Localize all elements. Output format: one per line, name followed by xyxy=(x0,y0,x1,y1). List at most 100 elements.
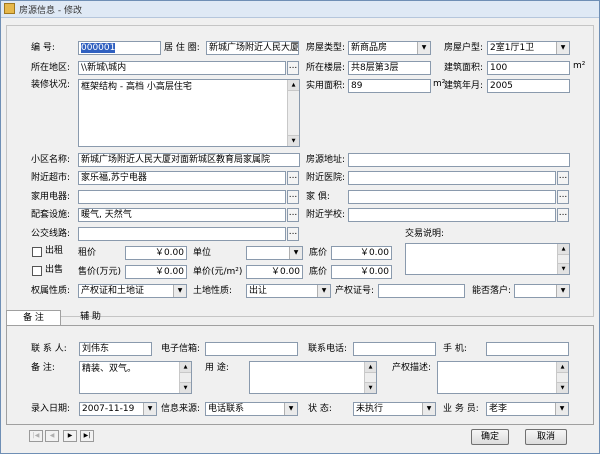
danwei-select[interactable]: ▼ xyxy=(246,246,303,260)
yewuyuan-select[interactable]: 老李 ▼ xyxy=(486,402,569,416)
suozaidiqu-input[interactable]: \\新城\城内 xyxy=(78,61,286,75)
zujia-label: 租价 xyxy=(78,248,97,258)
chushou-label: 出售 xyxy=(45,265,64,275)
beizhu-label: 备 注: xyxy=(31,363,55,373)
chanquan-label: 产权证号: xyxy=(335,286,375,296)
yewuyuan-label: 业 务 员: xyxy=(443,404,479,414)
scrollbar[interactable]: ▲ ▼ xyxy=(287,80,299,146)
fangyuandizhi-input[interactable] xyxy=(348,153,570,167)
zhuangtai-select[interactable]: 未执行 ▼ xyxy=(353,402,436,416)
tab-fuzhu[interactable]: 辅 助 xyxy=(63,310,118,325)
fujinyiyuan-browse-button[interactable]: ... xyxy=(557,171,569,185)
peitao-browse-button[interactable]: ... xyxy=(287,208,299,222)
danjia-input[interactable]: ￥0.00 xyxy=(246,265,303,279)
chevron-down-icon: ▼ xyxy=(317,285,330,297)
nav-prev-button[interactable]: ◀ xyxy=(45,430,59,442)
fujinxuexiao-browse-button[interactable]: ... xyxy=(557,208,569,222)
zujia-input[interactable]: ￥0.00 xyxy=(125,246,187,260)
jiayongdianqi-browse-button[interactable]: ... xyxy=(287,190,299,204)
chevron-down-icon: ▼ xyxy=(417,42,430,54)
email-label: 电子信箱: xyxy=(161,344,201,354)
email-input[interactable] xyxy=(205,342,298,356)
suozailouceng-input[interactable]: 共8层第3层 xyxy=(348,61,431,75)
chuzu-dijia-label: 底价 xyxy=(309,248,328,258)
jiayongdianqi-input[interactable] xyxy=(78,190,286,204)
beizhu-textarea[interactable]: 精装、双气。 ▲ ▼ xyxy=(79,361,192,394)
xiaoqu-input[interactable]: 新城广场附近人民大厦对面新城区教育局家属院 xyxy=(78,153,300,167)
luohu-select[interactable]: ▼ xyxy=(514,284,570,298)
jiaju-input[interactable] xyxy=(348,190,556,204)
app-icon xyxy=(4,3,15,14)
nav-last-button[interactable]: ▶| xyxy=(80,430,94,442)
dianhua-input[interactable] xyxy=(353,342,436,356)
fujinxuexiao-input[interactable] xyxy=(348,208,556,222)
gongjiao-browse-button[interactable]: ... xyxy=(287,227,299,241)
shouji-label: 手 机: xyxy=(443,344,467,354)
peitao-input[interactable]: 暖气, 天然气 xyxy=(78,208,286,222)
tudi-select[interactable]: 出让 ▼ xyxy=(246,284,331,298)
yongtu-textarea[interactable]: ▲ ▼ xyxy=(249,361,377,394)
scrollbar[interactable]: ▲ ▼ xyxy=(557,244,569,274)
nav-next-button[interactable]: ▶ xyxy=(63,430,77,442)
shiyongmianji-label: 实用面积: xyxy=(306,81,346,91)
dianhua-label: 联系电话: xyxy=(308,344,348,354)
quanshu-label: 权属性质: xyxy=(31,286,71,296)
shouji-input[interactable] xyxy=(486,342,569,356)
tab-beizhu[interactable]: 备 注 xyxy=(6,310,61,325)
scrollbar[interactable]: ▲ ▼ xyxy=(556,362,568,393)
zhuangtai-label: 状 态: xyxy=(308,404,332,414)
gongjiao-input[interactable] xyxy=(78,227,286,241)
biaohao-input[interactable]: 000001 xyxy=(78,41,161,55)
jiaju-browse-button[interactable]: ... xyxy=(557,190,569,204)
ok-button[interactable]: 确定 xyxy=(471,429,509,445)
juzhuquan-label: 居 住 圈: xyxy=(164,43,200,53)
xinxilaiyuan-select[interactable]: 电话联系 ▼ xyxy=(205,402,298,416)
chushou-checkbox[interactable] xyxy=(32,266,42,276)
fangwuhuxing-label: 房屋户型: xyxy=(444,43,484,53)
luruiriqi-label: 录入日期: xyxy=(31,404,71,414)
shoujia-input[interactable]: ￥0.00 xyxy=(125,265,187,279)
jianzhumianji-input[interactable]: 100 xyxy=(487,61,570,75)
chevron-down-icon: ▼ xyxy=(143,403,156,415)
luruiriqi-select[interactable]: 2007-11-19 ▼ xyxy=(79,402,157,416)
quanshu-select[interactable]: 产权证和土地证 ▼ xyxy=(78,284,187,298)
chushou-dijia-input[interactable]: ￥0.00 xyxy=(331,265,392,279)
shiyongmianji-input[interactable]: 89 xyxy=(348,79,431,93)
nav-first-button[interactable]: |◀ xyxy=(29,430,43,442)
suozaidiqu-label: 所在地区: xyxy=(31,63,71,73)
chuzu-dijia-input[interactable]: ￥0.00 xyxy=(331,246,392,260)
window-title: 房源信息 - 修改 xyxy=(19,6,82,16)
chevron-down-icon: ▼ xyxy=(289,247,302,259)
chushou-dijia-label: 底价 xyxy=(309,267,328,277)
chanquanmiaoshu-textarea[interactable]: ▲ ▼ xyxy=(437,361,569,394)
danwei-label: 单位 xyxy=(193,248,212,258)
fangwuleixing-select[interactable]: 新商品房 ▼ xyxy=(348,41,431,55)
biaohao-label: 编 号: xyxy=(31,43,55,53)
jianzhumianji-unit: m² xyxy=(573,61,586,71)
fujinchaoshi-browse-button[interactable]: ... xyxy=(287,171,299,185)
cancel-button[interactable]: 取消 xyxy=(525,429,567,445)
chevron-down-icon: ▼ xyxy=(555,403,568,415)
suozaidiqu-browse-button[interactable]: ... xyxy=(287,61,299,75)
jianzhumianji-label: 建筑面积: xyxy=(444,63,484,73)
fujinxuexiao-label: 附近学校: xyxy=(306,210,346,220)
jiaoyishuoming-textarea[interactable]: ▲ ▼ xyxy=(405,243,570,275)
shoujia-label: 售价(万元) xyxy=(78,267,122,277)
fangyuandizhi-label: 房源地址: xyxy=(306,155,346,165)
fangwuhuxing-select[interactable]: 2室1厅1卫 ▼ xyxy=(487,41,570,55)
danjia-label: 单价(元/m²) xyxy=(193,267,243,277)
scrollbar[interactable]: ▲ ▼ xyxy=(179,362,191,393)
jianzhunianyue-input[interactable]: 2005 xyxy=(487,79,570,93)
chuzu-checkbox[interactable] xyxy=(32,247,42,257)
chanquan-input[interactable] xyxy=(378,284,465,298)
lianxiren-input[interactable]: 刘伟东 xyxy=(79,342,152,356)
juzhuquan-input[interactable]: 新城广场附近人民大厦 xyxy=(206,41,299,55)
zhuangxiu-textarea[interactable]: 框架结构 - 高档 小高层住宅 ▲ ▼ xyxy=(78,79,300,147)
yongtu-label: 用 途: xyxy=(205,363,229,373)
jianzhunianyue-label: 建筑年月: xyxy=(444,81,484,91)
fujinchaoshi-input[interactable]: 家乐福,苏宁电器 xyxy=(78,171,286,185)
scrollbar[interactable]: ▲ ▼ xyxy=(364,362,376,393)
fujinyiyuan-input[interactable] xyxy=(348,171,556,185)
fujinyiyuan-label: 附近医院: xyxy=(306,173,346,183)
jiaoyishuoming-label: 交易说明: xyxy=(405,229,445,239)
